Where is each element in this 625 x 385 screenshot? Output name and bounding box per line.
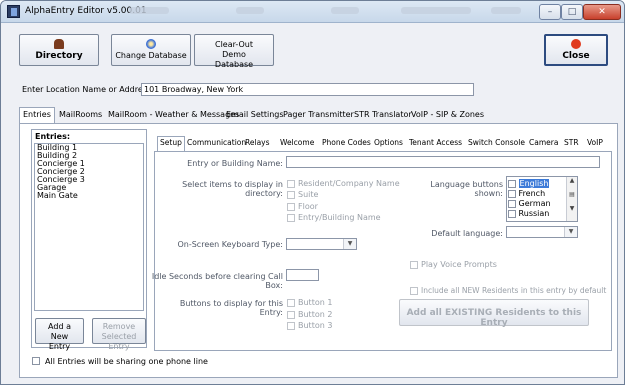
opt-floor[interactable]: Floor bbox=[287, 202, 318, 211]
blurred-region bbox=[129, 7, 169, 14]
opt-entry-building[interactable]: Entry/Building Name bbox=[287, 213, 381, 222]
tab-voip[interactable]: VoIP bbox=[585, 137, 605, 150]
opt-resident-company[interactable]: Resident/Company Name bbox=[287, 179, 400, 188]
opt-button-3[interactable]: Button 3 bbox=[287, 321, 332, 330]
remove-entry-label: Remove Selected Entry bbox=[101, 322, 137, 351]
blurred-region bbox=[491, 7, 521, 14]
tab-voip-sip-zones[interactable]: VoIP - SIP & Zones bbox=[408, 108, 487, 122]
blurred-region bbox=[331, 7, 359, 14]
chevron-down-icon: ▼ bbox=[343, 239, 356, 249]
tab-mailrooms[interactable]: MailRooms bbox=[56, 108, 105, 122]
tab-setup[interactable]: Setup bbox=[157, 136, 185, 151]
blurred-region bbox=[236, 7, 264, 14]
blurred-region bbox=[401, 7, 471, 14]
language-list-scrollbar[interactable]: ▲ ▤ ▼ bbox=[566, 177, 577, 221]
idle-seconds-input[interactable] bbox=[286, 269, 319, 281]
default-language-select[interactable]: ▼ bbox=[506, 226, 578, 238]
entries-title: Entries: bbox=[35, 132, 71, 141]
database-icon bbox=[146, 39, 156, 49]
tab-options[interactable]: Options bbox=[372, 137, 405, 150]
lang-english[interactable]: English bbox=[508, 179, 550, 188]
buttons-display-label: Buttons to display for this Entry: bbox=[179, 299, 283, 317]
tab-phone-codes[interactable]: Phone Codes bbox=[320, 137, 373, 150]
maximize-button[interactable]: □ bbox=[561, 4, 583, 20]
minimize-button[interactable]: – bbox=[539, 4, 561, 20]
lang-german[interactable]: German bbox=[508, 199, 551, 208]
directory-button[interactable]: Directory bbox=[19, 34, 99, 66]
keyboard-type-select[interactable]: ▼ bbox=[286, 238, 357, 250]
title-bar: AlphaEntry Editor v5.00.01 – □ ✕ bbox=[1, 1, 624, 23]
keyboard-type-label: On-Screen Keyboard Type: bbox=[177, 240, 283, 249]
change-database-label: Change Database bbox=[115, 51, 187, 60]
lang-russian[interactable]: Russian bbox=[508, 209, 549, 218]
clear-out-demo-button[interactable]: Clear-Out Demo Database bbox=[194, 34, 274, 69]
add-existing-residents-label: Add all EXISTING Residents to this Entry bbox=[406, 308, 582, 328]
change-database-button[interactable]: Change Database bbox=[111, 34, 191, 66]
close-icon bbox=[571, 39, 581, 49]
play-voice-prompts-checkbox[interactable]: Play Voice Prompts bbox=[410, 260, 497, 269]
tab-relays[interactable]: Relays bbox=[243, 137, 272, 150]
entry-name-label: Entry or Building Name: bbox=[187, 159, 283, 168]
lang-french[interactable]: French bbox=[508, 189, 545, 198]
directory-items-label: Select items to display in directory: bbox=[182, 180, 283, 198]
tab-communication[interactable]: Communication bbox=[185, 137, 248, 150]
close-button-label: Close bbox=[562, 51, 590, 61]
chevron-down-icon: ▼ bbox=[564, 227, 577, 237]
clear-out-demo-label: Clear-Out Demo Database bbox=[214, 40, 254, 69]
location-label: Enter Location Name or Address: bbox=[22, 85, 154, 94]
entries-list[interactable]: Building 1 Building 2 Concierge 1 Concie… bbox=[34, 143, 144, 311]
app-window: AlphaEntry Editor v5.00.01 – □ ✕ Directo… bbox=[0, 0, 625, 385]
app-icon bbox=[7, 5, 20, 18]
add-entry-label: Add a New Entry bbox=[48, 322, 71, 351]
tab-camera[interactable]: Camera bbox=[527, 137, 560, 150]
location-input[interactable] bbox=[141, 83, 474, 96]
directory-button-label: Directory bbox=[35, 51, 83, 61]
add-existing-residents-button[interactable]: Add all EXISTING Residents to this Entry bbox=[399, 299, 589, 328]
opt-button-2[interactable]: Button 2 bbox=[287, 310, 332, 319]
opt-button-1[interactable]: Button 1 bbox=[287, 298, 332, 307]
tab-switch-console[interactable]: Switch Console bbox=[466, 137, 527, 150]
share-phone-line-label: All Entries will be sharing one phone li… bbox=[45, 357, 208, 366]
tab-welcome[interactable]: Welcome bbox=[278, 137, 316, 150]
tab-pager-transmitter[interactable]: Pager Transmitter bbox=[280, 108, 357, 122]
tab-tenant-access[interactable]: Tenant Access bbox=[407, 137, 464, 150]
add-entry-button[interactable]: Add a New Entry bbox=[35, 318, 84, 351]
tab-str[interactable]: STR bbox=[562, 137, 581, 150]
close-button[interactable]: Close bbox=[544, 34, 608, 66]
idle-seconds-label: Idle Seconds before clearing Call Box: bbox=[151, 272, 283, 290]
tab-mailroom-weather[interactable]: MailRoom - Weather & Messages bbox=[105, 108, 242, 122]
list-item[interactable]: Main Gate bbox=[35, 192, 143, 200]
window-close-button[interactable]: ✕ bbox=[583, 4, 621, 20]
directory-icon bbox=[54, 39, 64, 49]
tab-str-translator[interactable]: STR Translator bbox=[351, 108, 415, 122]
language-buttons-label: Language buttons shown: bbox=[430, 180, 503, 198]
tab-entries[interactable]: Entries bbox=[19, 107, 55, 123]
entry-name-input[interactable] bbox=[286, 156, 600, 168]
default-language-label: Default language: bbox=[431, 229, 503, 238]
opt-suite[interactable]: Suite bbox=[287, 190, 318, 199]
language-list[interactable]: English French German Russian ▲ ▤ ▼ bbox=[506, 176, 578, 222]
share-phone-line-checkbox[interactable] bbox=[32, 357, 40, 365]
tab-email-settings[interactable]: Email Settings bbox=[223, 108, 287, 122]
include-new-residents-checkbox[interactable]: Include all NEW Residents in this entry … bbox=[410, 286, 606, 295]
remove-entry-button[interactable]: Remove Selected Entry bbox=[92, 318, 146, 351]
